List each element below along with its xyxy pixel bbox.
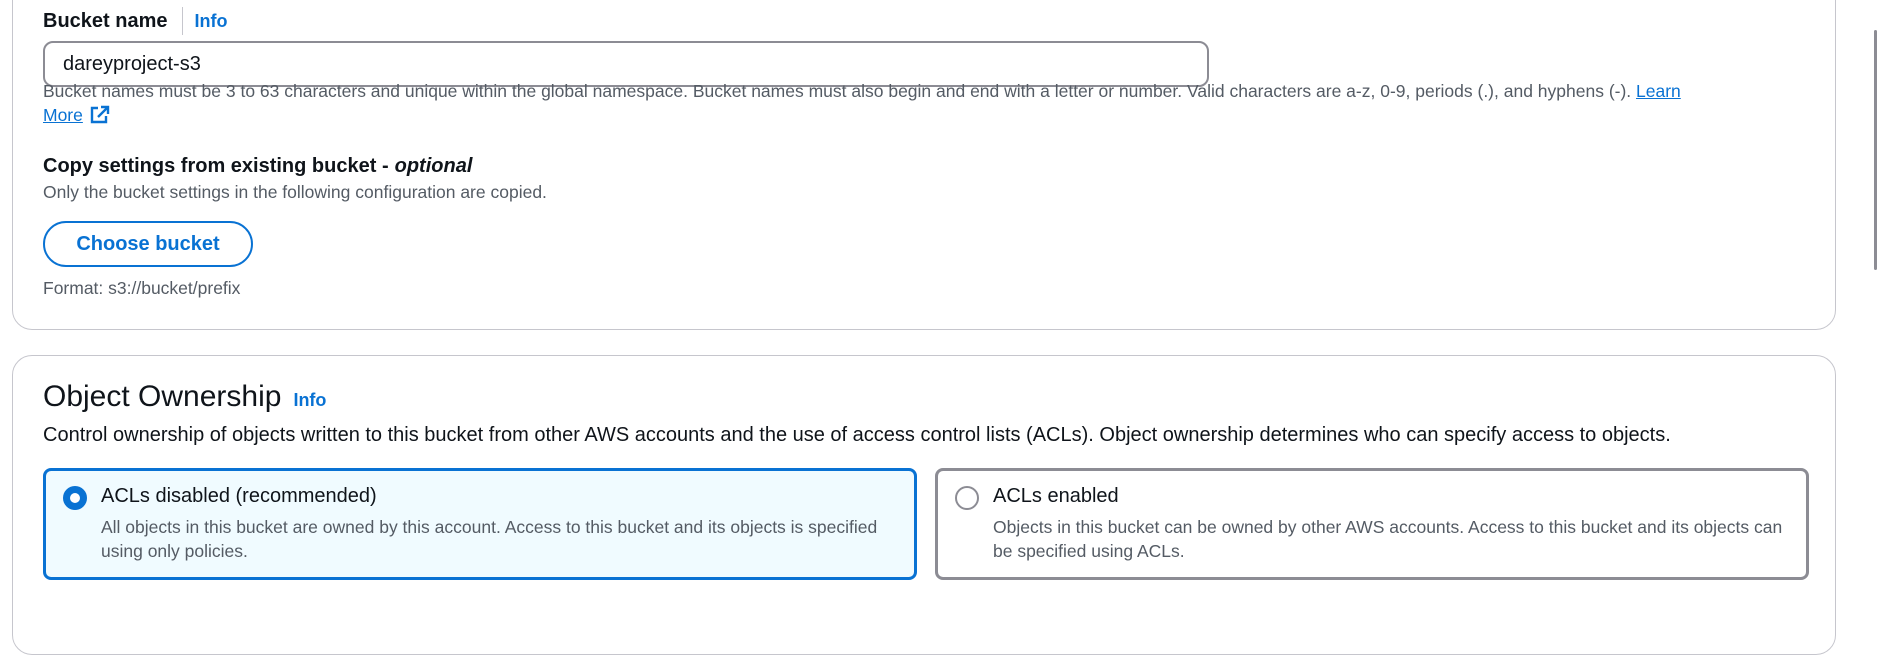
acls-enabled-title: ACLs enabled [993, 485, 1119, 507]
copy-settings-format-hint: Format: s3://bucket/prefix [43, 278, 241, 298]
acls-disabled-option[interactable]: ACLs disabled (recommended) All objects … [43, 468, 917, 580]
acls-disabled-radio[interactable] [63, 486, 87, 510]
object-ownership-description: Control ownership of objects written to … [43, 424, 1671, 446]
object-ownership-heading: Object Ownership Info [43, 380, 326, 414]
copy-settings-optional: optional [394, 155, 473, 177]
learn-more-link-text-1: Learn [1636, 81, 1681, 101]
learn-more-link-text-2: More [43, 105, 83, 125]
bucket-name-info-link[interactable]: Info [181, 7, 228, 35]
bucket-name-rules: Bucket names must be 3 to 63 characters … [43, 81, 1637, 101]
page-scrollbar[interactable] [1866, 0, 1880, 601]
bucket-name-label-text: Bucket name [43, 9, 168, 32]
acls-enabled-option[interactable]: ACLs enabled Objects in this bucket can … [935, 468, 1809, 580]
copy-settings-label: Copy settings from existing bucket - opt… [43, 155, 472, 178]
object-ownership-panel: Object Ownership Info Control ownership … [12, 355, 1836, 655]
external-link-icon [89, 105, 111, 131]
choose-bucket-button[interactable]: Choose bucket [43, 221, 253, 267]
acls-disabled-title: ACLs disabled (recommended) [101, 485, 377, 507]
copy-settings-label-text: Copy settings from existing bucket - [43, 155, 389, 177]
acls-enabled-description: Objects in this bucket can be owned by o… [993, 517, 1783, 561]
object-ownership-info-link[interactable]: Info [293, 386, 326, 414]
page-scrollbar-thumb[interactable] [1874, 30, 1877, 270]
bucket-name-help-text: Bucket names must be 3 to 63 characters … [43, 79, 1793, 131]
copy-settings-description: Only the bucket settings in the followin… [43, 182, 547, 202]
acls-enabled-radio[interactable] [955, 486, 979, 510]
bucket-name-label: Bucket name Info [43, 7, 228, 35]
acls-disabled-description: All objects in this bucket are owned by … [101, 517, 878, 561]
object-ownership-title: Object Ownership [43, 380, 282, 413]
general-configuration-panel: Bucket name Info Bucket names must be 3 … [12, 0, 1836, 330]
